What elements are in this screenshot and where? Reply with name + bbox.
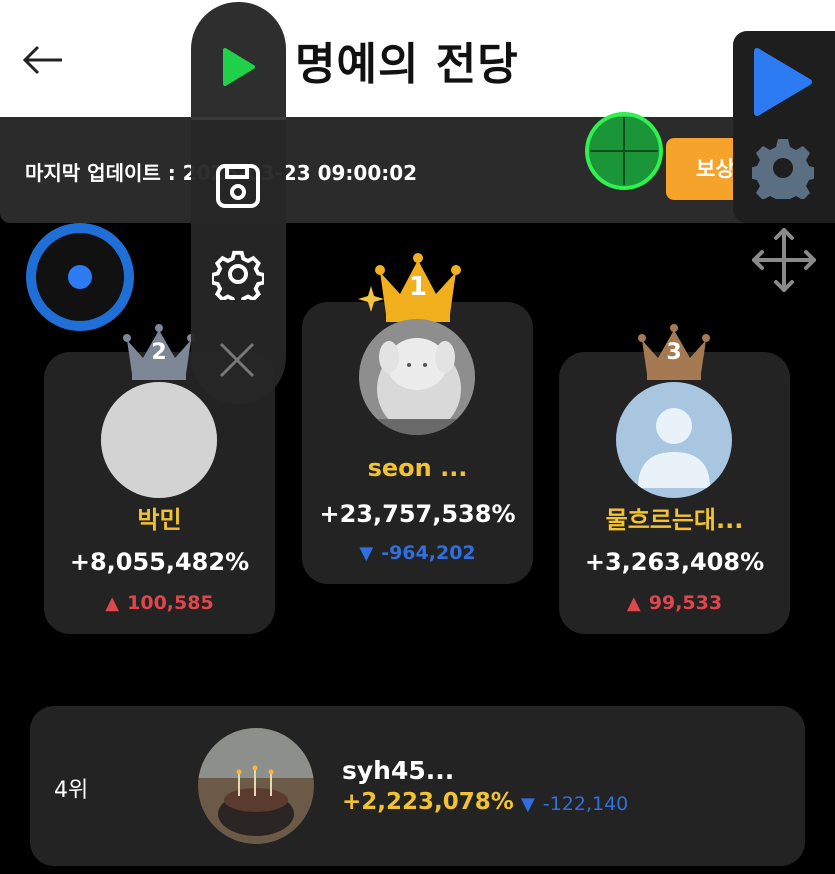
close-icon[interactable] — [217, 340, 257, 384]
delta-value: -964,202 — [381, 542, 476, 564]
rank-number: 3 — [666, 340, 682, 365]
delta-value: 99,533 — [648, 592, 723, 614]
up-triangle-icon: ▲ — [105, 593, 120, 614]
crosshair-icon[interactable] — [584, 111, 664, 195]
podium-card-rank-1[interactable]: 1 seon ... +23,757,538% ▼ -964,202 — [302, 253, 533, 584]
podium-delta: ▲ 99,533 — [559, 592, 790, 614]
list-percent: +2,223,078% — [342, 789, 514, 815]
avatar — [616, 382, 732, 498]
down-triangle-icon: ▼ — [359, 543, 374, 564]
list-item[interactable] — [30, 706, 805, 866]
down-triangle-icon: ▼ — [521, 794, 535, 815]
delta-value: 100,585 — [127, 592, 214, 614]
podium-name: 물흐르는대... — [605, 506, 744, 534]
page-title: 명예의 전당 — [295, 39, 519, 90]
list-name: syh45... — [342, 756, 455, 785]
avatar — [359, 319, 475, 435]
back-button[interactable] — [22, 40, 64, 80]
rank-number: 2 — [151, 340, 167, 365]
gold-crown-icon: 1 — [374, 250, 462, 326]
plush-photo-avatar — [359, 319, 475, 435]
arrow-left-icon — [22, 45, 62, 75]
podium-delta: ▲ 100,585 — [44, 592, 275, 614]
cake-photo-avatar — [198, 728, 314, 844]
podium-card-rank-3[interactable]: 3 물흐르는대... +3,263,408% ▲ 99,533 — [559, 324, 790, 634]
podium-percent: +8,055,482% — [69, 548, 250, 576]
delta-value: -122,140 — [542, 793, 629, 815]
podium-name: 박민 — [137, 506, 182, 534]
panel-divider — [191, 117, 286, 120]
save-icon[interactable] — [215, 163, 261, 213]
avatar — [101, 382, 217, 498]
blank-photo-avatar — [101, 382, 217, 498]
gear-icon[interactable] — [749, 137, 817, 207]
podium-name: seon ... — [367, 454, 468, 482]
sparkle-icon — [358, 286, 384, 312]
bronze-crown-icon: 3 — [638, 322, 710, 384]
play-icon[interactable] — [751, 45, 815, 123]
gear-icon[interactable] — [210, 248, 266, 307]
play-icon[interactable] — [221, 46, 257, 92]
podium-percent: +23,757,538% — [319, 500, 516, 528]
podium-percent: +3,263,408% — [584, 548, 765, 576]
default-user-icon — [616, 382, 732, 498]
record-icon[interactable] — [25, 222, 135, 336]
up-triangle-icon: ▲ — [626, 593, 641, 614]
rank-number: 1 — [408, 272, 428, 302]
move-icon[interactable] — [749, 225, 819, 299]
rank-label: 4위 — [54, 778, 89, 803]
podium-delta: ▼ -964,202 — [302, 542, 533, 564]
avatar — [198, 728, 314, 844]
list-delta: ▼ -122,140 — [521, 793, 628, 815]
